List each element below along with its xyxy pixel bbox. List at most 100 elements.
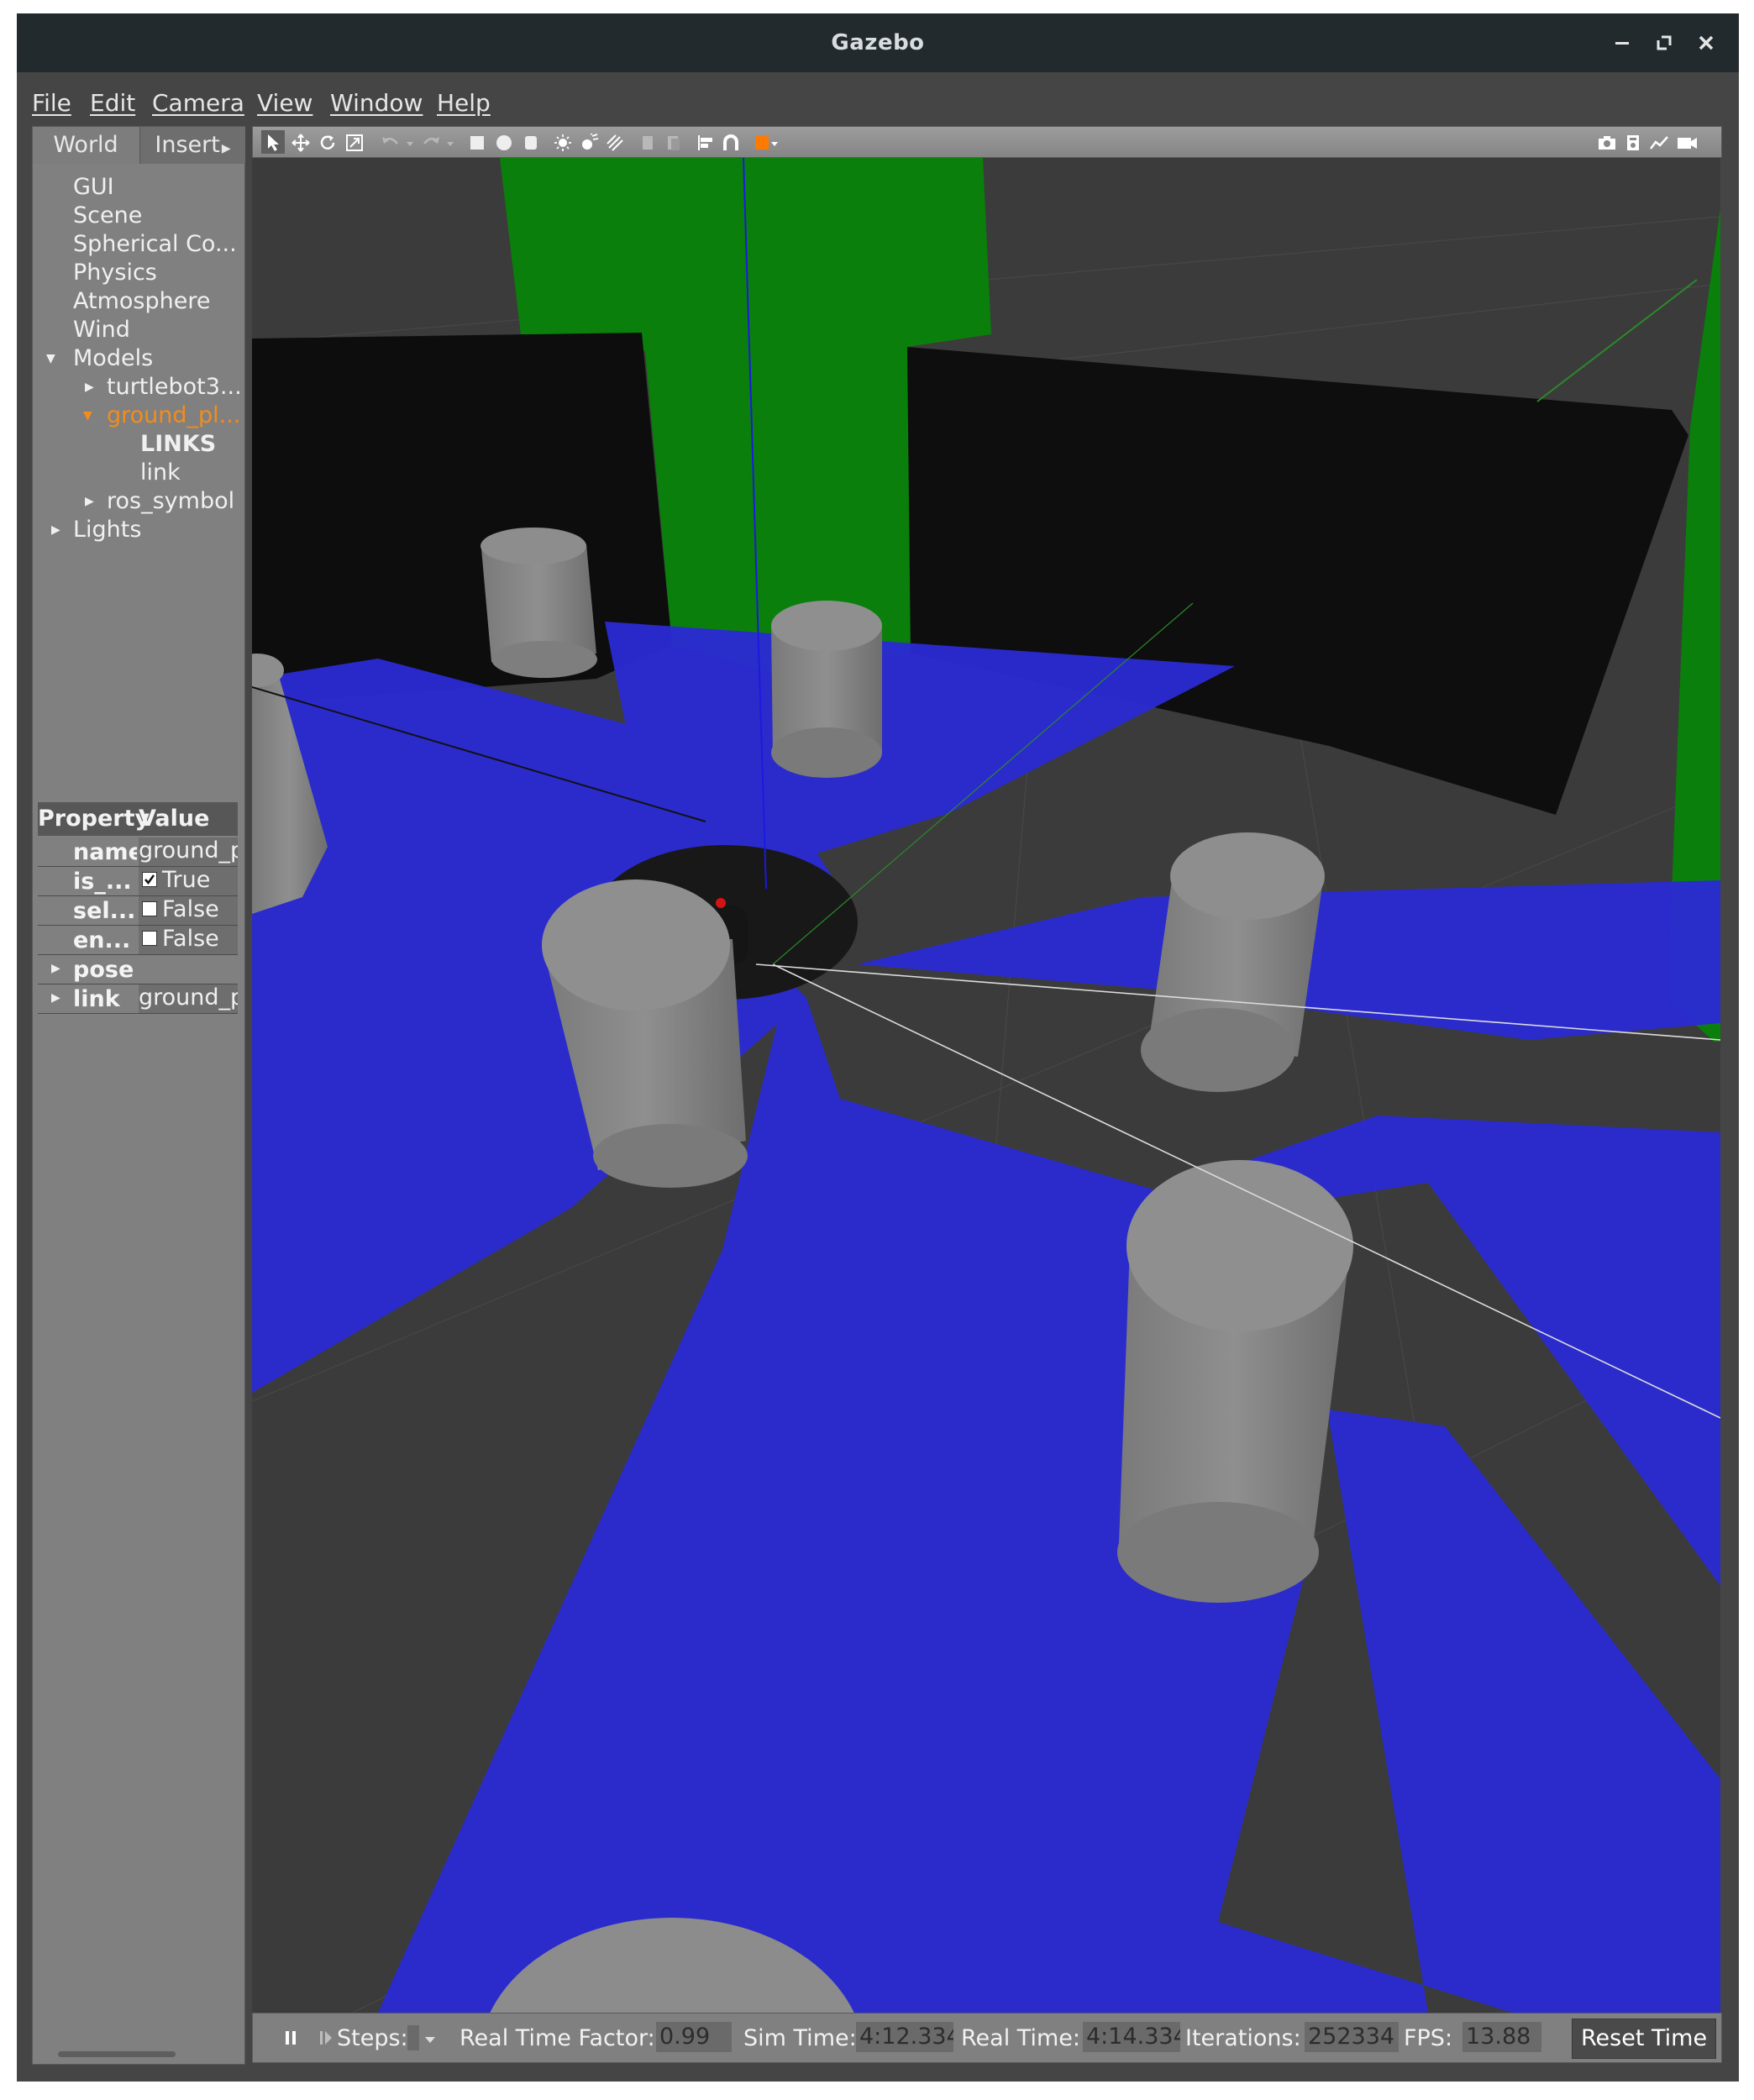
pillar-1 [481, 528, 597, 678]
checkbox-unchecked[interactable] [142, 930, 157, 946]
tree-item-link[interactable]: link [140, 459, 181, 486]
tree-item-ros-symbol[interactable]: ros_symbol [107, 488, 234, 514]
sim-time-label: Sim Time: [743, 2025, 857, 2051]
minimize-icon[interactable] [1608, 29, 1636, 57]
tree-item-atmosphere[interactable]: Atmosphere [73, 288, 210, 314]
maximize-icon[interactable] [1650, 29, 1678, 57]
property-key: link [73, 986, 120, 1012]
expand-link-icon[interactable]: ▶ [51, 991, 60, 1005]
property-key: is_... [73, 869, 132, 895]
translate-icon[interactable] [291, 134, 310, 152]
sim-time-value: 4:12.334 [856, 2022, 953, 2052]
property-value: True [162, 867, 211, 893]
reset-time-button[interactable]: Reset Time [1572, 2019, 1717, 2059]
property-table-header: Property Value [38, 802, 238, 836]
property-value[interactable]: ground_p [139, 984, 238, 1013]
directional-light-icon[interactable] [606, 134, 624, 152]
property-value-cell: False [139, 926, 238, 954]
tree-item-ground-plane[interactable]: ground_pl... [107, 402, 240, 428]
value-column-header: Value [139, 806, 210, 832]
property-row-pose[interactable]: ▶ pose [38, 955, 238, 984]
property-column-header: Property [38, 806, 150, 832]
screenshot-icon[interactable] [1597, 134, 1617, 152]
menu-file[interactable]: File [32, 89, 71, 117]
cylinder-icon[interactable] [522, 134, 540, 152]
video-icon[interactable] [1676, 134, 1698, 152]
black-wall-left [252, 333, 672, 704]
tree-item-scene[interactable]: Scene [73, 202, 142, 228]
property-value-cell: False [139, 896, 238, 925]
align-icon[interactable] [696, 134, 715, 152]
point-light-icon[interactable] [554, 134, 572, 152]
tree-item-models[interactable]: Models [73, 345, 153, 371]
tree-links-header: LINKS [140, 431, 217, 457]
view-angle-icon[interactable] [754, 134, 779, 152]
tree-item-spherical-coordinates[interactable]: Spherical Co... [73, 231, 237, 257]
step-icon[interactable] [318, 2029, 333, 2047]
left-panel: World Insert ▶ GUI Scene Spherical Co... … [32, 126, 245, 2065]
tree-item-turtlebot[interactable]: turtlebot3... [107, 374, 242, 400]
scene-viewport[interactable] [252, 158, 1720, 2013]
scale-icon[interactable] [345, 134, 364, 152]
expand-pose-icon[interactable]: ▶ [51, 962, 60, 975]
iterations-label: Iterations: [1185, 2025, 1301, 2051]
property-key: pose [73, 957, 134, 983]
undo-dropdown-icon[interactable] [406, 134, 414, 152]
steps-input[interactable] [407, 2025, 419, 2050]
sphere-icon[interactable] [495, 134, 513, 152]
redo-icon[interactable] [421, 134, 441, 152]
left-panel-scrollbar[interactable] [58, 2051, 176, 2057]
check-icon [144, 874, 155, 885]
expand-lights-icon[interactable]: ▶ [51, 523, 60, 537]
property-row-enable-wind[interactable]: en... False [38, 926, 238, 955]
property-value[interactable]: ground_p [139, 837, 238, 866]
steps-dropdown-icon[interactable] [424, 2035, 436, 2044]
real-time-factor-label: Real Time Factor: [460, 2025, 655, 2051]
tree-item-physics[interactable]: Physics [73, 260, 157, 286]
paste-icon[interactable] [664, 134, 683, 152]
spot-light-icon[interactable] [580, 134, 599, 152]
box-icon[interactable] [468, 134, 486, 152]
redo-dropdown-icon[interactable] [446, 134, 454, 152]
property-key: en... [73, 927, 131, 953]
checkbox-unchecked[interactable] [142, 900, 157, 916]
plot-icon[interactable] [1649, 134, 1669, 152]
select-arrow-icon[interactable] [261, 130, 285, 154]
menu-camera[interactable]: Camera [152, 89, 244, 117]
tab-insert[interactable]: Insert ▶ [139, 127, 245, 164]
tab-scroll-right-icon[interactable]: ▶ [222, 142, 231, 155]
menu-edit[interactable]: Edit [90, 89, 135, 117]
menu-window[interactable]: Window [330, 89, 423, 117]
menu-view[interactable]: View [257, 89, 312, 117]
log-icon[interactable] [1624, 134, 1642, 152]
property-value: False [162, 926, 219, 952]
window-title: Gazebo [831, 30, 925, 55]
property-value: False [162, 896, 219, 922]
copy-icon[interactable] [639, 134, 658, 152]
expand-ros-symbol-icon[interactable]: ▶ [85, 495, 94, 508]
property-row-link[interactable]: ▶ link ground_p [38, 984, 238, 1014]
expand-ground-plane-icon[interactable]: ▼ [83, 409, 92, 423]
rotate-icon[interactable] [318, 134, 337, 152]
property-row-name[interactable]: name ground_p [38, 837, 238, 867]
expand-models-icon[interactable]: ▼ [46, 352, 55, 365]
property-row-self-collide[interactable]: sel... False [38, 896, 238, 926]
pause-icon[interactable] [283, 2029, 298, 2047]
checkbox-checked[interactable] [142, 871, 157, 887]
tab-world[interactable]: World [33, 127, 139, 164]
tree-item-wind[interactable]: Wind [73, 317, 130, 343]
property-row-is-static[interactable]: is_... True [38, 867, 238, 896]
property-key: sel... [73, 898, 136, 924]
menu-help[interactable]: Help [437, 89, 491, 117]
steps-label: Steps: [337, 2025, 408, 2051]
simulation-status-bar: Steps: Real Time Factor: 0.99 Sim Time: … [252, 2013, 1722, 2063]
snap-icon[interactable] [722, 134, 740, 152]
expand-turtlebot-icon[interactable]: ▶ [85, 381, 94, 394]
real-time-value: 4:14.334 [1083, 2022, 1180, 2052]
close-icon[interactable] [1692, 29, 1720, 57]
undo-icon[interactable] [381, 134, 401, 152]
property-value-cell: True [139, 867, 238, 895]
scene-render [252, 158, 1720, 2013]
tree-item-gui[interactable]: GUI [73, 174, 114, 200]
tree-item-lights[interactable]: Lights [73, 517, 141, 543]
